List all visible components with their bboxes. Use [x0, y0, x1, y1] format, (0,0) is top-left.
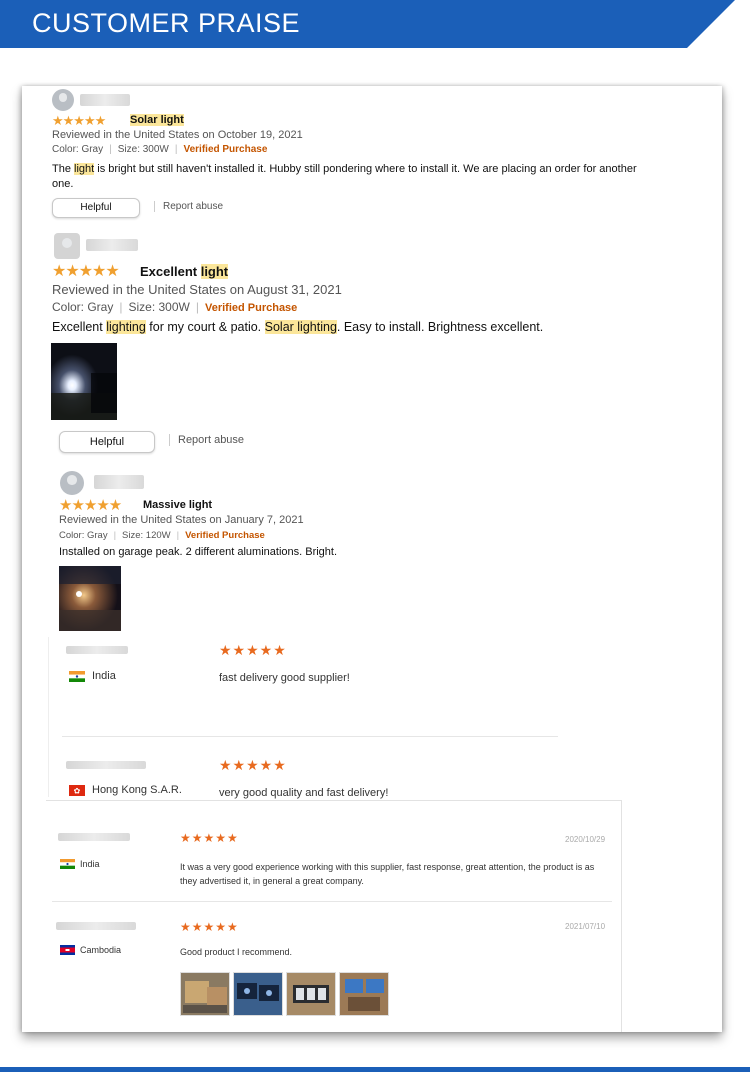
footer-rule	[0, 1067, 750, 1072]
review-variant: Color: Gray | Size: 300W | Verified Purchase	[52, 144, 268, 155]
review-photo-image	[51, 343, 117, 420]
reviewer-name-blurred	[94, 475, 144, 489]
helpful-button[interactable]: Helpful	[52, 198, 140, 218]
svg-text:✿: ✿	[74, 787, 81, 796]
variant-size: Size: 120W	[122, 530, 171, 541]
reviewer-name-blurred	[86, 239, 138, 251]
review-thumbnail[interactable]	[339, 972, 389, 1016]
review-date: 2020/10/29	[565, 835, 606, 844]
reviews-card: ★★★★★ Solar light Reviewed in the United…	[22, 86, 722, 1032]
reviewer-avatar	[60, 471, 84, 495]
review-comment: very good quality and fast delivery!	[219, 787, 389, 799]
review-body-highlight: light	[74, 163, 95, 175]
review-thumbnail[interactable]	[233, 972, 283, 1016]
reviewer-country: Hong Kong S.A.R.	[92, 784, 182, 796]
report-abuse-link[interactable]: Report abuse	[169, 434, 244, 446]
review-body-highlight: Solar lighting	[264, 320, 337, 334]
star-rating: ★★★★★	[59, 497, 122, 514]
review-comment: fast delivery good supplier!	[219, 672, 350, 684]
header-banner: CUSTOMER PRAISE	[0, 0, 750, 48]
solar-panel-image	[234, 973, 282, 1015]
review-comment: Good product I recommend.	[180, 947, 293, 957]
star-rating: ★★★★★	[219, 757, 287, 773]
review-body-text: Excellent	[52, 320, 107, 334]
review-body: Excellent lighting for my court & patio.…	[52, 320, 692, 334]
star-rating: ★★★★★	[52, 263, 120, 280]
reviewer-country: India	[92, 670, 116, 682]
review-body-highlight: lighting	[106, 320, 146, 334]
variant-color: Color: Gray	[52, 300, 114, 314]
reviewer-avatar	[54, 233, 80, 259]
review-variant: Color: Gray | Size: 300W | Verified Purchase	[52, 300, 298, 314]
review-title: Solar light	[130, 114, 184, 126]
reviewer-name-blurred	[58, 833, 130, 841]
cambodia-flag-icon	[60, 945, 75, 955]
reviewer-avatar	[52, 89, 74, 111]
section-divider	[48, 637, 49, 797]
section-divider	[46, 800, 622, 801]
review-body-text: is bright but still haven't installed it…	[52, 163, 637, 190]
review-body-text: . Easy to install. Brightness excellent.	[336, 320, 544, 334]
review-date: Reviewed in the United States on January…	[59, 514, 304, 526]
street-light-image	[287, 973, 335, 1015]
review-body-text: for my court & patio.	[145, 320, 265, 334]
review-title-highlight: light	[200, 264, 229, 279]
review-variant: Color: Gray | Size: 120W | Verified Purchase	[59, 530, 265, 541]
reviewer-name-blurred	[56, 922, 136, 930]
section-divider	[52, 901, 612, 902]
reviewer-country: Cambodia	[80, 945, 122, 955]
review-title-text: Solar light	[130, 114, 184, 126]
hong-kong-flag-icon: ✿	[69, 785, 85, 796]
packaged-product-image	[340, 973, 388, 1015]
banner-title: CUSTOMER PRAISE	[32, 8, 301, 38]
variant-color: Color: Gray	[52, 144, 104, 155]
section-divider	[62, 736, 558, 737]
variant-color: Color: Gray	[59, 530, 108, 541]
review-title: Excellent light	[140, 264, 229, 279]
review-thumbnail[interactable]	[180, 972, 230, 1016]
reviewer-name-blurred	[66, 761, 146, 769]
verified-purchase-badge: Verified Purchase	[185, 530, 265, 541]
star-rating: ★★★★★	[52, 113, 106, 128]
verified-purchase-badge: Verified Purchase	[204, 302, 298, 314]
review-body: Installed on garage peak. 2 different al…	[59, 546, 337, 558]
review-date: 2021/07/10	[565, 922, 606, 931]
product-box-image	[181, 973, 229, 1015]
review-body-text: Installed on garage peak. 2 different al…	[59, 546, 338, 558]
review-title-text: Excellent	[140, 264, 201, 279]
variant-size: Size: 300W	[117, 144, 169, 155]
verified-purchase-badge: Verified Purchase	[183, 144, 268, 155]
section-divider	[621, 800, 622, 1032]
review-photo-image	[59, 566, 121, 631]
star-rating: ★★★★★	[180, 831, 239, 845]
star-rating: ★★★★★	[180, 920, 239, 934]
india-flag-icon	[60, 859, 75, 869]
review-photo-night-light[interactable]	[51, 343, 117, 420]
review-body-text: The	[52, 163, 75, 175]
review-photo-garage-light[interactable]	[59, 566, 121, 631]
report-abuse-link[interactable]: Report abuse	[154, 201, 223, 212]
review-thumbnail[interactable]	[286, 972, 336, 1016]
helpful-button[interactable]: Helpful	[59, 431, 155, 453]
reviewer-name-blurred	[66, 646, 128, 654]
review-body: The light is bright but still haven't in…	[52, 162, 652, 192]
reviewer-name-blurred	[80, 94, 130, 106]
reviewer-country: India	[80, 859, 100, 869]
variant-size: Size: 300W	[128, 300, 190, 314]
india-flag-icon	[69, 671, 85, 682]
review-title-text: Massive light	[143, 499, 213, 511]
review-title: Massive light	[143, 499, 212, 511]
star-rating: ★★★★★	[219, 642, 287, 658]
review-date: Reviewed in the United States on August …	[52, 282, 342, 297]
review-date: Reviewed in the United States on October…	[52, 129, 303, 141]
review-comment: It was a very good experience working wi…	[180, 862, 595, 886]
